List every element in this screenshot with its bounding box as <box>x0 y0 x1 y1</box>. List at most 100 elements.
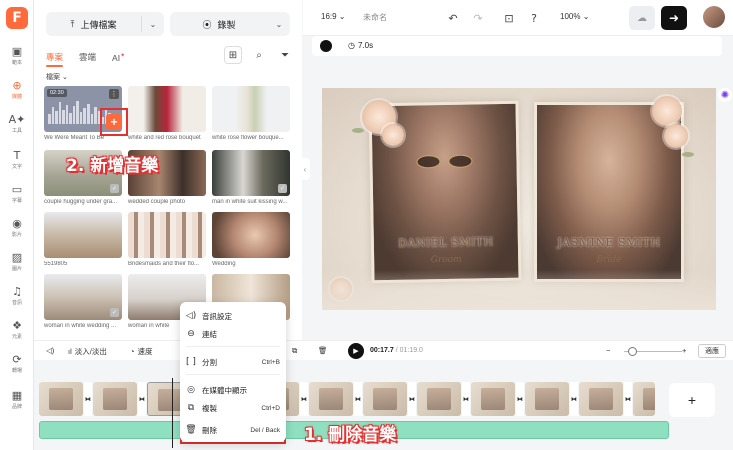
zoom-in-icon[interactable]: + <box>682 346 686 355</box>
rail-item-transitions[interactable]: ⟳ 轉場 <box>0 352 34 382</box>
rail-item-text[interactable]: T 文字 <box>0 148 34 178</box>
aspect-ratio-dropdown[interactable]: 16:9 ⌄ <box>321 12 346 21</box>
menu-item-duplicate[interactable]: ⧉ 複製 Ctrl+D <box>180 400 286 416</box>
rail-item-audio[interactable]: ♫ 音訊 <box>0 284 34 314</box>
template-icon: ▣ <box>11 44 23 58</box>
app-logo[interactable]: F <box>6 7 28 29</box>
zoom-out-icon[interactable]: − <box>606 346 610 355</box>
chevron-down-icon[interactable]: ⌄ <box>142 20 164 29</box>
tab-ai[interactable]: AI✦ <box>112 52 125 62</box>
video-clip[interactable] <box>579 382 623 416</box>
media-caption: Wedding <box>212 261 236 267</box>
video-clip[interactable] <box>633 382 655 416</box>
rail-item-video[interactable]: ◉ 影片 <box>0 216 34 246</box>
speed-button[interactable]: ◔ 速度 <box>130 346 153 357</box>
screenshot-icon[interactable]: ⊡ <box>500 9 518 27</box>
media-icon: ⊕ <box>12 78 22 92</box>
add-clip-button[interactable]: + <box>669 383 715 417</box>
playhead[interactable] <box>172 378 173 448</box>
duplicate-icon[interactable]: ⧉ <box>292 346 297 356</box>
menu-item-audio-settings[interactable]: ◁) 音訊設定 <box>180 308 286 324</box>
zoom-label: 100% <box>560 12 581 21</box>
transition-icon[interactable]: ⧓ <box>354 382 362 416</box>
upload-button[interactable]: ⤒ 上傳檔案 ⌄ <box>46 12 164 36</box>
media-item[interactable]: Bridesmaids and their flo... <box>128 212 206 267</box>
transition-icon[interactable]: ⧓ <box>462 382 470 416</box>
record-button[interactable]: ⦿ 錄製 ⌄ <box>170 12 290 36</box>
search-icon[interactable]: ⌕ <box>250 46 268 64</box>
transition-icon[interactable]: ⧓ <box>84 382 92 416</box>
transition-icon[interactable]: ⧓ <box>624 382 632 416</box>
play-button[interactable]: ▶ <box>348 343 364 359</box>
video-clip[interactable] <box>363 382 407 416</box>
menu-item-split[interactable]: [ ] 分割 Ctrl+B <box>180 354 286 370</box>
video-clip[interactable] <box>417 382 461 416</box>
check-icon: ✓ <box>110 184 119 193</box>
chevron-down-icon: ⌄ <box>61 74 68 81</box>
timeline-controls: ◁) ıl 淡入/淡出 ◔ 速度 ⧉ 🗑 ▶ 00:17.7 / 01:19.0 −… <box>34 340 733 360</box>
new-folder-icon[interactable]: ⊞ <box>224 46 242 64</box>
menu-item-show-in-media[interactable]: ◎ 在媒體中顯示 <box>180 382 286 398</box>
media-item[interactable]: Wedding <box>212 212 290 267</box>
menu-label: 在媒體中顯示 <box>202 385 247 395</box>
rail-item-subtitles[interactable]: ▭ 字幕 <box>0 182 34 212</box>
fit-button[interactable]: 適應 <box>698 344 726 358</box>
ai-tools-icon: A✦ <box>8 112 26 126</box>
tab-project[interactable]: 專案 <box>46 51 64 67</box>
panel-tools: ⊞ ⌕ ⏷ <box>224 46 294 64</box>
transition-icon[interactable]: ⧓ <box>516 382 524 416</box>
transition-icon[interactable]: ⧓ <box>138 382 146 416</box>
rail-item-templates[interactable]: ▣ 範本 <box>0 44 34 74</box>
media-item[interactable]: white rose flower bouque... <box>212 86 290 141</box>
zoom-dropdown[interactable]: 100% ⌄ <box>560 12 589 21</box>
menu-label: 刪除 <box>202 425 217 435</box>
zoom-slider-handle[interactable] <box>628 347 637 356</box>
chevron-down-icon[interactable]: ⌄ <box>268 20 290 29</box>
help-icon[interactable]: ? <box>525 9 543 27</box>
collapse-panel-handle[interactable]: ‹ <box>300 158 310 180</box>
volume-icon: ◁) <box>185 311 197 321</box>
media-item[interactable]: white and red rose bouquet <box>128 86 206 141</box>
project-name[interactable]: 未命名 <box>363 12 387 23</box>
undo-icon[interactable]: ↶ <box>444 9 462 27</box>
redo-icon[interactable]: ↷ <box>469 9 487 27</box>
rail-item-tools[interactable]: A✦ 工具 <box>0 112 34 142</box>
magic-assistant-icon[interactable]: ✺ <box>718 88 732 102</box>
rose-decoration <box>652 96 682 126</box>
menu-item-link[interactable]: ⊖ 連結 <box>180 326 286 342</box>
video-clip[interactable] <box>471 382 515 416</box>
media-thumbnail: ✓ <box>44 274 122 320</box>
video-clip[interactable] <box>93 382 137 416</box>
transition-icon[interactable]: ⧓ <box>570 382 578 416</box>
media-thumbnail: ✓ <box>212 150 290 196</box>
fade-button[interactable]: ıl 淡入/淡出 <box>68 346 107 357</box>
rail-item-brand[interactable]: ▦ 品牌 <box>0 388 34 418</box>
duplicate-icon: ⧉ <box>187 403 195 413</box>
more-icon[interactable]: ⋮ <box>109 89 119 99</box>
filter-icon[interactable]: ⏷ <box>276 46 294 64</box>
background-color-swatch[interactable] <box>320 40 332 52</box>
rail-item-images[interactable]: ▨ 圖片 <box>0 250 34 280</box>
menu-item-delete[interactable]: 🗑 刪除 Del / Back <box>180 422 286 438</box>
avatar[interactable] <box>703 6 725 28</box>
rail-item-media[interactable]: ⊕ 媒體 <box>0 78 34 108</box>
media-caption: 5519805 <box>44 261 68 267</box>
file-filter-dropdown[interactable]: 檔案 ⌄ <box>46 72 68 82</box>
video-clip[interactable] <box>309 382 353 416</box>
video-clip[interactable] <box>525 382 569 416</box>
trash-icon[interactable]: 🗑 <box>318 346 328 355</box>
tab-cloud[interactable]: 雲端 <box>79 51 96 63</box>
export-button[interactable]: ➜ <box>661 6 687 30</box>
transition-icon[interactable]: ⧓ <box>408 382 416 416</box>
media-item[interactable]: 5519805 <box>44 212 122 267</box>
duration-control[interactable]: ◷ 7.0s <box>348 41 373 50</box>
volume-icon[interactable]: ◁) <box>46 346 54 355</box>
media-item[interactable]: ✓ woman in white wedding ... <box>44 274 122 329</box>
cloud-save-icon[interactable]: ☁ <box>629 6 655 30</box>
rail-item-elements[interactable]: ❖ 元素 <box>0 318 34 348</box>
preview-canvas[interactable]: DANIEL SMITH Groom JASMINE SMITH Bride <box>322 88 716 310</box>
transition-icon[interactable]: ⧓ <box>300 382 308 416</box>
bride-photo <box>537 105 681 279</box>
video-clip[interactable] <box>39 382 83 416</box>
media-item[interactable]: ✓ man in white suit kissing w... <box>212 150 290 205</box>
